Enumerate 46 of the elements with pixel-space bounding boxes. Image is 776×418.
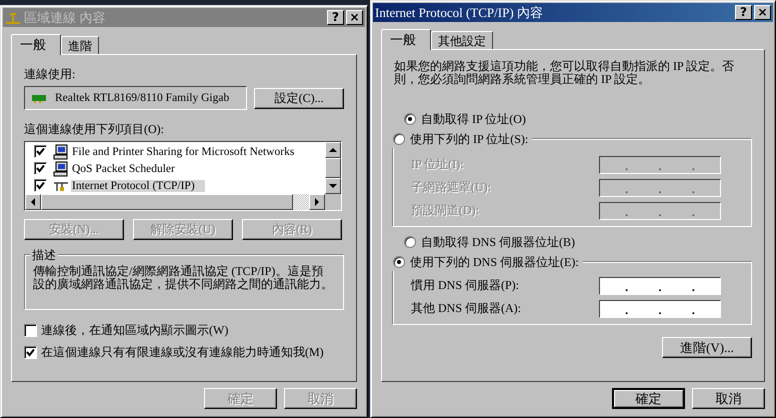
field-label: 預設閘道(D): [411, 202, 480, 219]
checkbox[interactable] [24, 324, 37, 337]
list-item[interactable]: Internet Protocol (TCP/IP) [71, 180, 205, 192]
radio-label: 自動取得 IP 位址(O) [421, 110, 526, 128]
window-title: Internet Protocol (TCP/IP) 內容 [375, 4, 544, 22]
button[interactable]: 設定(C)... [254, 88, 344, 108]
field-label: IP 位址(I): [411, 156, 465, 173]
section-label: 連線使用: [24, 66, 76, 83]
radio-button[interactable] [404, 113, 416, 125]
field-label: 其他 DNS 伺服器(A): [411, 300, 522, 317]
window-title: 區域連線 內容 [24, 8, 106, 26]
computer-icon [53, 144, 69, 160]
field-label: 子網路遮罩(U): [411, 179, 492, 196]
intro-text: 如果您的網路支援這項功能，您可以取得自動指派的 IP 設定。否則，您必須詢問網路系統管理員正確的 IP 設定。 [394, 60, 736, 86]
radio-label: 自動取得 DNS 伺服器位址(B) [421, 234, 576, 250]
radio-button[interactable] [393, 256, 405, 268]
computer-icon [53, 160, 69, 176]
field-label: 慣用 DNS 伺服器(P): [411, 277, 520, 294]
tab[interactable]: 其他設定 [431, 31, 493, 49]
help-button[interactable]: ? [735, 5, 752, 20]
list-item[interactable]: QoS Packet Scheduler [71, 162, 176, 174]
radio-button[interactable] [404, 236, 416, 248]
radio-label: 使用下列的 IP 位址(S): [410, 130, 528, 148]
close-button[interactable]: × [754, 5, 771, 20]
checkbox-label: 連線後，在通知區域內顯示圖示(W) [41, 322, 228, 339]
tab[interactable]: 一般 [381, 29, 431, 50]
network-card-icon [31, 93, 47, 103]
button[interactable]: 取消 [692, 388, 765, 409]
list-item[interactable]: File and Printer Sharing for Microsoft Networks [71, 146, 296, 158]
ip-address-field[interactable]: . . . [599, 300, 721, 318]
section-label: 這個連線使用下列項目(O): [24, 121, 165, 138]
button[interactable]: 確定 [612, 388, 685, 409]
tab[interactable]: 一般 [11, 34, 61, 55]
radio-label: 使用下列的 DNS 伺服器位址(E): [410, 254, 579, 270]
button[interactable]: 進階(V)... [662, 337, 752, 358]
checkbox-label: 在這個連線只有有限連線或沒有連線能力時通知我(M) [41, 344, 324, 361]
checkbox[interactable] [24, 346, 37, 359]
ip-address-field[interactable]: . . . [599, 276, 721, 294]
adapter-name: Realtek RTL8169/8110 Family Gigab [55, 92, 230, 104]
vertical-scrollbar[interactable] [325, 142, 341, 194]
group-title: 描述 [30, 247, 58, 264]
tab[interactable]: 進階 [61, 36, 99, 54]
description-text: 傳輸控制通訊協定/網際網路通訊協定 (TCP/IP)。這是預設的廣域網路通訊協定，提供不同網路之間的通訊能力。 [33, 265, 334, 291]
checkbox[interactable] [34, 179, 47, 192]
radio-button[interactable] [393, 133, 405, 145]
horizontal-scrollbar[interactable] [25, 194, 341, 210]
